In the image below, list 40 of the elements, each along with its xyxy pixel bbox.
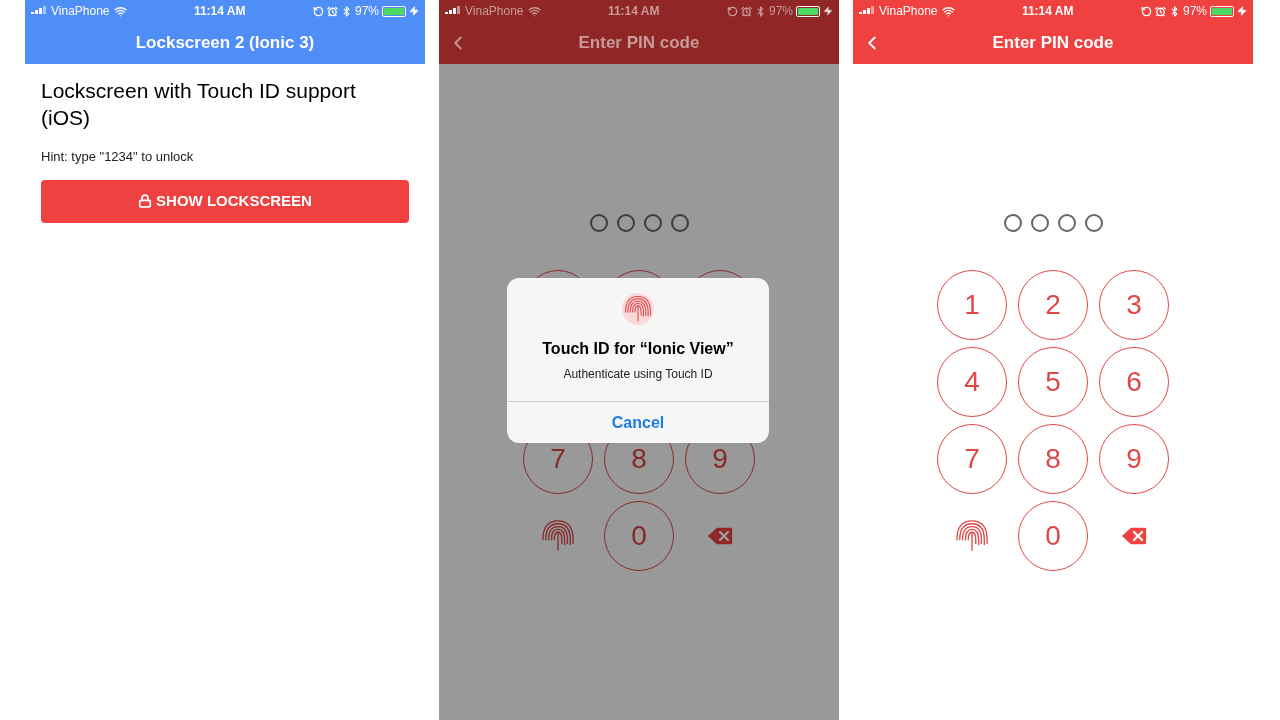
- hint-text: Hint: type "1234" to unlock: [41, 148, 195, 166]
- carrier-name: VinaPhone: [465, 3, 524, 20]
- show-lockscreen-button[interactable]: SHOW LOCKSCREEN: [41, 179, 409, 223]
- carrier-name: VinaPhone: [879, 3, 938, 20]
- battery-percent: 97%: [354, 3, 379, 20]
- battery-icon: [1210, 5, 1234, 17]
- signal-icon: [31, 6, 47, 16]
- charging-icon: [823, 6, 833, 16]
- dialog-title: Touch ID for “Ionic View”: [542, 339, 734, 359]
- charging-icon: [409, 6, 419, 16]
- battery-icon: [796, 5, 820, 17]
- status-time: 11:14 AM: [1021, 3, 1074, 20]
- page-heading: Lockscreen with Touch ID support (iOS): [41, 78, 357, 131]
- wifi-icon: [941, 4, 955, 18]
- alarm-icon: [1154, 5, 1166, 17]
- alarm-icon: [326, 5, 338, 17]
- status-time: 11:14 AM: [607, 3, 660, 20]
- lock-icon: [138, 194, 153, 208]
- battery-icon: [382, 5, 406, 17]
- wifi-icon: [527, 4, 541, 18]
- nav-title: Lockscreen 2 (Ionic 3): [135, 32, 315, 55]
- status-time: 11:14 AM: [193, 3, 246, 20]
- rotation-lock-icon: [312, 5, 324, 17]
- battery-percent: 97%: [768, 3, 793, 20]
- fingerprint-icon: [541, 519, 575, 553]
- nav-title: Enter PIN code: [992, 32, 1114, 55]
- charging-icon: [1237, 6, 1247, 16]
- signal-icon: [859, 6, 875, 16]
- signal-icon: [445, 6, 461, 16]
- nav-title: Enter PIN code: [578, 32, 700, 55]
- cancel-button[interactable]: Cancel: [507, 401, 769, 443]
- fingerprint-icon: [624, 295, 652, 323]
- battery-percent: 97%: [1182, 3, 1207, 20]
- alarm-icon: [740, 5, 752, 17]
- dialog-message: Authenticate using Touch ID: [563, 366, 713, 383]
- wifi-icon: [113, 4, 127, 18]
- carrier-name: VinaPhone: [51, 3, 110, 20]
- rotation-lock-icon: [726, 5, 738, 17]
- rotation-lock-icon: [1140, 5, 1152, 17]
- fingerprint-icon: [955, 519, 989, 553]
